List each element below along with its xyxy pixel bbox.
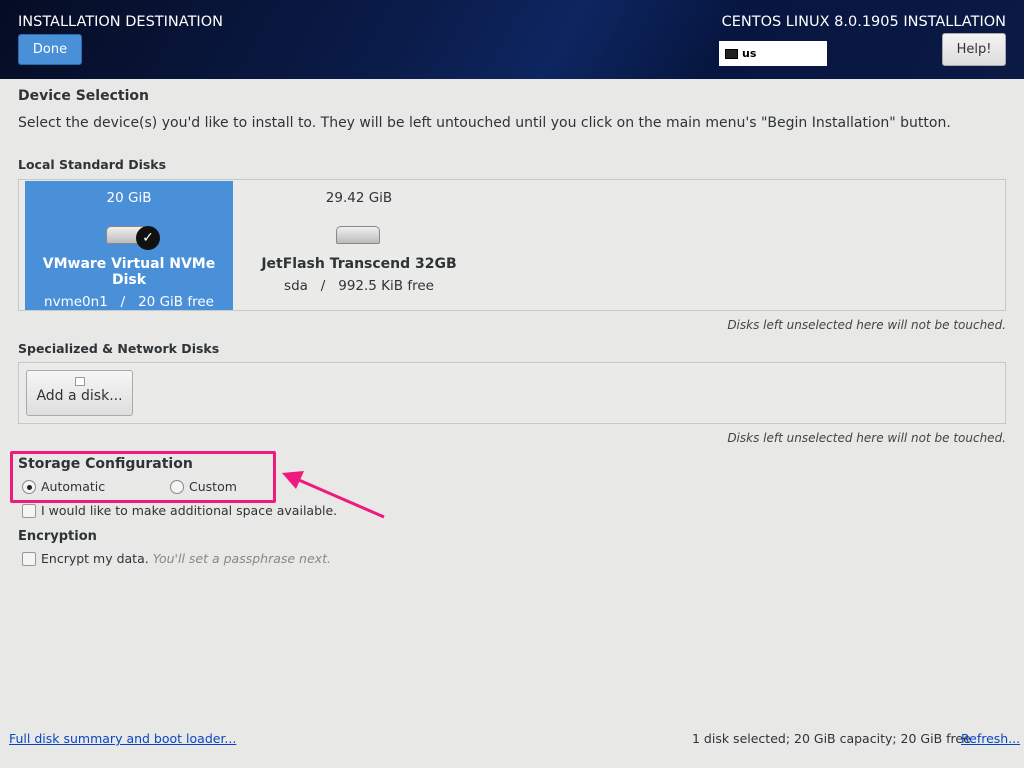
checkbox[interactable] [22,551,36,566]
disk-size: 20 GiB [106,190,152,206]
hard-disk-icon [336,220,382,246]
storage-config-heading: Storage Configuration [18,456,193,472]
disk-size: 29.42 GiB [325,190,393,206]
disk-icon [74,377,85,386]
keyboard-layout-indicator[interactable]: us [719,41,827,66]
disk-name: VMware Virtual NVMe Disk [42,256,216,288]
checkbox[interactable] [22,503,36,518]
add-disk-button[interactable]: Add a disk... [26,370,133,416]
refresh-link[interactable]: Refresh... [961,731,1020,746]
radio-custom[interactable]: Custom [170,479,237,494]
device-selection-heading: Device Selection [18,88,149,104]
additional-space-checkbox[interactable]: I would like to make additional space av… [22,503,337,518]
done-button[interactable]: Done [18,34,82,65]
radio-label: Custom [189,479,237,494]
checkbox-label: I would like to make additional space av… [41,503,338,518]
product-title: CENTOS LINUX 8.0.1905 INSTALLATION [721,14,1006,30]
disk-sda[interactable]: 29.42 GiB JetFlash Transcend 32GB sda / … [255,181,463,310]
radio-button[interactable] [170,479,184,494]
radio-button[interactable] [22,479,36,494]
specialized-disks-panel: Add a disk... [18,362,1006,424]
selection-status: 1 disk selected; 20 GiB capacity; 20 GiB… [692,731,971,746]
keyboard-layout-label: us [742,47,757,60]
add-disk-label: Add a disk... [36,388,123,404]
device-selection-description: Select the device(s) you'd like to insta… [18,115,951,131]
encryption-heading: Encryption [18,529,97,544]
full-disk-summary-link[interactable]: Full disk summary and boot loader... [9,731,236,746]
local-disks-heading: Local Standard Disks [18,157,167,172]
radio-label: Automatic [41,479,106,494]
radio-automatic[interactable]: Automatic [22,479,105,494]
help-button[interactable]: Help! [942,33,1006,66]
disk-free: 992.5 KiB free [338,278,434,294]
disk-device: sda [284,278,308,294]
checkbox-label: Encrypt my data. [41,551,149,566]
local-disks-note: Disks left unselected here will not be t… [727,318,1006,332]
disk-device: nvme0n1 [44,294,108,310]
disk-free: 20 GiB free [138,294,214,310]
checkmark-icon: ✓ [136,226,160,250]
disk-nvme0n1[interactable]: 20 GiB ✓ VMware Virtual NVMe Disk nvme0n… [25,181,233,310]
keyboard-icon [725,48,738,59]
local-disks-panel: 20 GiB ✓ VMware Virtual NVMe Disk nvme0n… [18,179,1006,311]
hard-disk-icon: ✓ [106,220,160,250]
encrypt-checkbox[interactable]: Encrypt my data. You'll set a passphrase… [22,551,331,566]
specialized-disks-note: Disks left unselected here will not be t… [727,431,1006,445]
header-bar: INSTALLATION DESTINATION CENTOS LINUX 8.… [0,0,1024,79]
specialized-disks-heading: Specialized & Network Disks [18,341,220,356]
page-title: INSTALLATION DESTINATION [18,14,223,30]
disk-name: JetFlash Transcend 32GB [261,256,457,272]
encryption-hint: You'll set a passphrase next. [152,551,331,566]
